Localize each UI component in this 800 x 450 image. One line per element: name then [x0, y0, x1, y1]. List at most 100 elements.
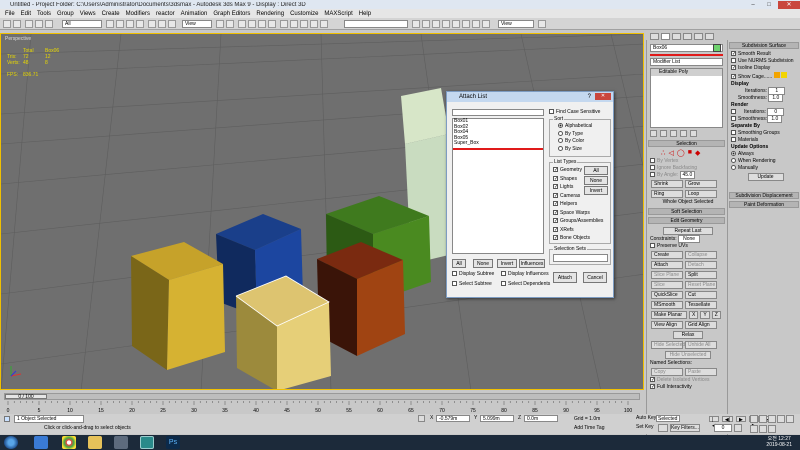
add-time-tag[interactable]: Add Time Tag: [574, 425, 604, 431]
rollout-edit-geometry[interactable]: Edit Geometry: [648, 217, 725, 224]
attach-button[interactable]: Attach: [651, 261, 683, 269]
show-cage-checkbox[interactable]: ✓: [731, 74, 736, 80]
menu-maxscript[interactable]: MAXScript: [321, 11, 355, 17]
time-slider[interactable]: 0 / 100: [4, 393, 640, 400]
render-type-icon[interactable]: [452, 20, 460, 28]
menu-graph-editors[interactable]: Graph Editors: [210, 11, 253, 17]
msmooth-button[interactable]: MSmooth: [651, 301, 683, 309]
photoshop-icon[interactable]: Ps: [166, 436, 180, 449]
3ds-max-taskbar-icon[interactable]: [140, 436, 154, 449]
utilities-tab-icon[interactable]: [705, 33, 714, 40]
material-editor-icon[interactable]: [422, 20, 430, 28]
modifier-list-dropdown[interactable]: Modifier List: [650, 58, 723, 66]
menu-edit[interactable]: Edit: [18, 11, 34, 17]
collapse-button[interactable]: Collapse: [685, 251, 717, 259]
materials-checkbox[interactable]: [731, 137, 736, 143]
box-brown[interactable]: [317, 242, 405, 356]
constraints-dropdown[interactable]: None: [678, 235, 701, 243]
lock-selection-icon[interactable]: [418, 415, 425, 422]
cut-button[interactable]: Cut: [685, 291, 717, 299]
types-invert-button[interactable]: Invert: [584, 186, 608, 195]
dialog-close-button[interactable]: ✕: [595, 93, 611, 100]
modify-tab-icon[interactable]: [661, 33, 670, 40]
list-invert-button[interactable]: Invert: [497, 259, 517, 268]
clock[interactable]: 오전 12:27 2019-08-21: [766, 436, 792, 448]
file-explorer-icon[interactable]: [88, 436, 102, 449]
menu-help[interactable]: Help: [356, 11, 374, 17]
use-nurms-checkbox[interactable]: [731, 58, 736, 64]
named-selection-icon[interactable]: [280, 20, 288, 28]
menu-create[interactable]: Create: [99, 11, 123, 17]
hide-unselected-button[interactable]: Hide Unselected: [665, 351, 711, 359]
menu-group[interactable]: Group: [54, 11, 77, 17]
geometry-checkbox[interactable]: ✓: [553, 167, 558, 173]
zoom-extents-icon[interactable]: [768, 415, 776, 423]
rollout-soft-selection[interactable]: Soft Selection: [648, 208, 725, 215]
border-icon[interactable]: ◯: [677, 149, 685, 158]
link-icon[interactable]: [25, 20, 33, 28]
grid-align-button[interactable]: Grid Align: [685, 321, 717, 329]
rollout-subdivision-displacement[interactable]: Subdivision Displacement: [729, 192, 799, 199]
current-frame-field[interactable]: 0: [714, 424, 732, 432]
ignore-backfacing-checkbox[interactable]: [650, 165, 655, 171]
polygon-icon[interactable]: ■: [688, 149, 692, 158]
menu-tools[interactable]: Tools: [34, 11, 54, 17]
rectangle-select-icon[interactable]: [126, 20, 134, 28]
y-coordinate-field[interactable]: 5.099m: [480, 415, 514, 422]
types-all-button[interactable]: All: [584, 166, 608, 175]
pin-stack-icon[interactable]: [650, 130, 657, 137]
sort-alphabetical-radio[interactable]: [558, 123, 563, 129]
z-coordinate-field[interactable]: 0.0m: [524, 415, 558, 422]
hide-selected-button[interactable]: Hide Selected: [651, 341, 685, 349]
menu-file[interactable]: File: [2, 11, 18, 17]
by-vertex-checkbox[interactable]: [650, 158, 655, 164]
angle-snap-icon[interactable]: [248, 20, 256, 28]
maxscript-listener-icon[interactable]: [4, 416, 10, 422]
curve-editor-icon[interactable]: [320, 20, 328, 28]
view-align-button[interactable]: View Align: [651, 321, 683, 329]
groups-assemblies-checkbox[interactable]: ✓: [553, 218, 558, 224]
unlink-icon[interactable]: [35, 20, 43, 28]
reference-coordinate-dropdown[interactable]: View: [182, 20, 212, 28]
viewport-label[interactable]: Perspective: [5, 36, 31, 42]
relax-button[interactable]: Relax: [673, 331, 703, 339]
quickslice-button[interactable]: QuickSlice: [651, 291, 683, 299]
manually-radio[interactable]: [731, 165, 736, 171]
x-coordinate-field[interactable]: -0.579m: [436, 415, 470, 422]
menu-reactor[interactable]: reactor: [153, 11, 178, 17]
motion-tab-icon[interactable]: [683, 33, 692, 40]
zoom-all-icon[interactable]: [759, 415, 767, 423]
stack-item-editable-poly[interactable]: Editable Poly: [651, 69, 722, 76]
percent-snap-icon[interactable]: [258, 20, 266, 28]
key-filters-button[interactable]: Key Filters...: [670, 424, 700, 432]
select-scale-icon[interactable]: [168, 20, 176, 28]
rendered-frame-icon[interactable]: [482, 20, 490, 28]
chrome-icon[interactable]: [62, 436, 76, 449]
copy-button[interactable]: Copy: [651, 368, 683, 376]
by-angle-checkbox[interactable]: [650, 172, 655, 178]
sort-by-type-radio[interactable]: [558, 130, 563, 136]
play-icon[interactable]: ▶: [736, 416, 746, 423]
render-iterations-checkbox[interactable]: [731, 109, 736, 115]
menu-views[interactable]: Views: [77, 11, 99, 17]
planar-x-button[interactable]: X: [689, 311, 699, 319]
helpers-checkbox[interactable]: ✓: [553, 201, 558, 207]
display-smoothness-field[interactable]: 1.0: [768, 94, 784, 102]
space-warps-checkbox[interactable]: ✓: [553, 209, 558, 215]
display-influences-checkbox[interactable]: [501, 271, 506, 277]
hierarchy-tab-icon[interactable]: [672, 33, 681, 40]
show-end-result-icon[interactable]: [660, 130, 667, 137]
align-icon[interactable]: [300, 20, 308, 28]
select-subtree-checkbox[interactable]: [452, 281, 457, 287]
vertex-icon[interactable]: ∴: [661, 149, 665, 158]
close-button[interactable]: ✕: [778, 0, 800, 9]
object-search-input[interactable]: [452, 109, 544, 116]
preserve-uvs-checkbox[interactable]: [650, 243, 655, 249]
minimize-button[interactable]: –: [746, 1, 760, 9]
object-color-swatch[interactable]: [713, 44, 721, 52]
help-icon[interactable]: ?: [588, 92, 591, 102]
reset-plane-button[interactable]: Reset Plane: [685, 281, 717, 289]
cage-color-swatch-2[interactable]: [781, 72, 788, 78]
selection-sets-dropdown[interactable]: [553, 254, 608, 262]
render-scene-icon[interactable]: [432, 20, 440, 28]
